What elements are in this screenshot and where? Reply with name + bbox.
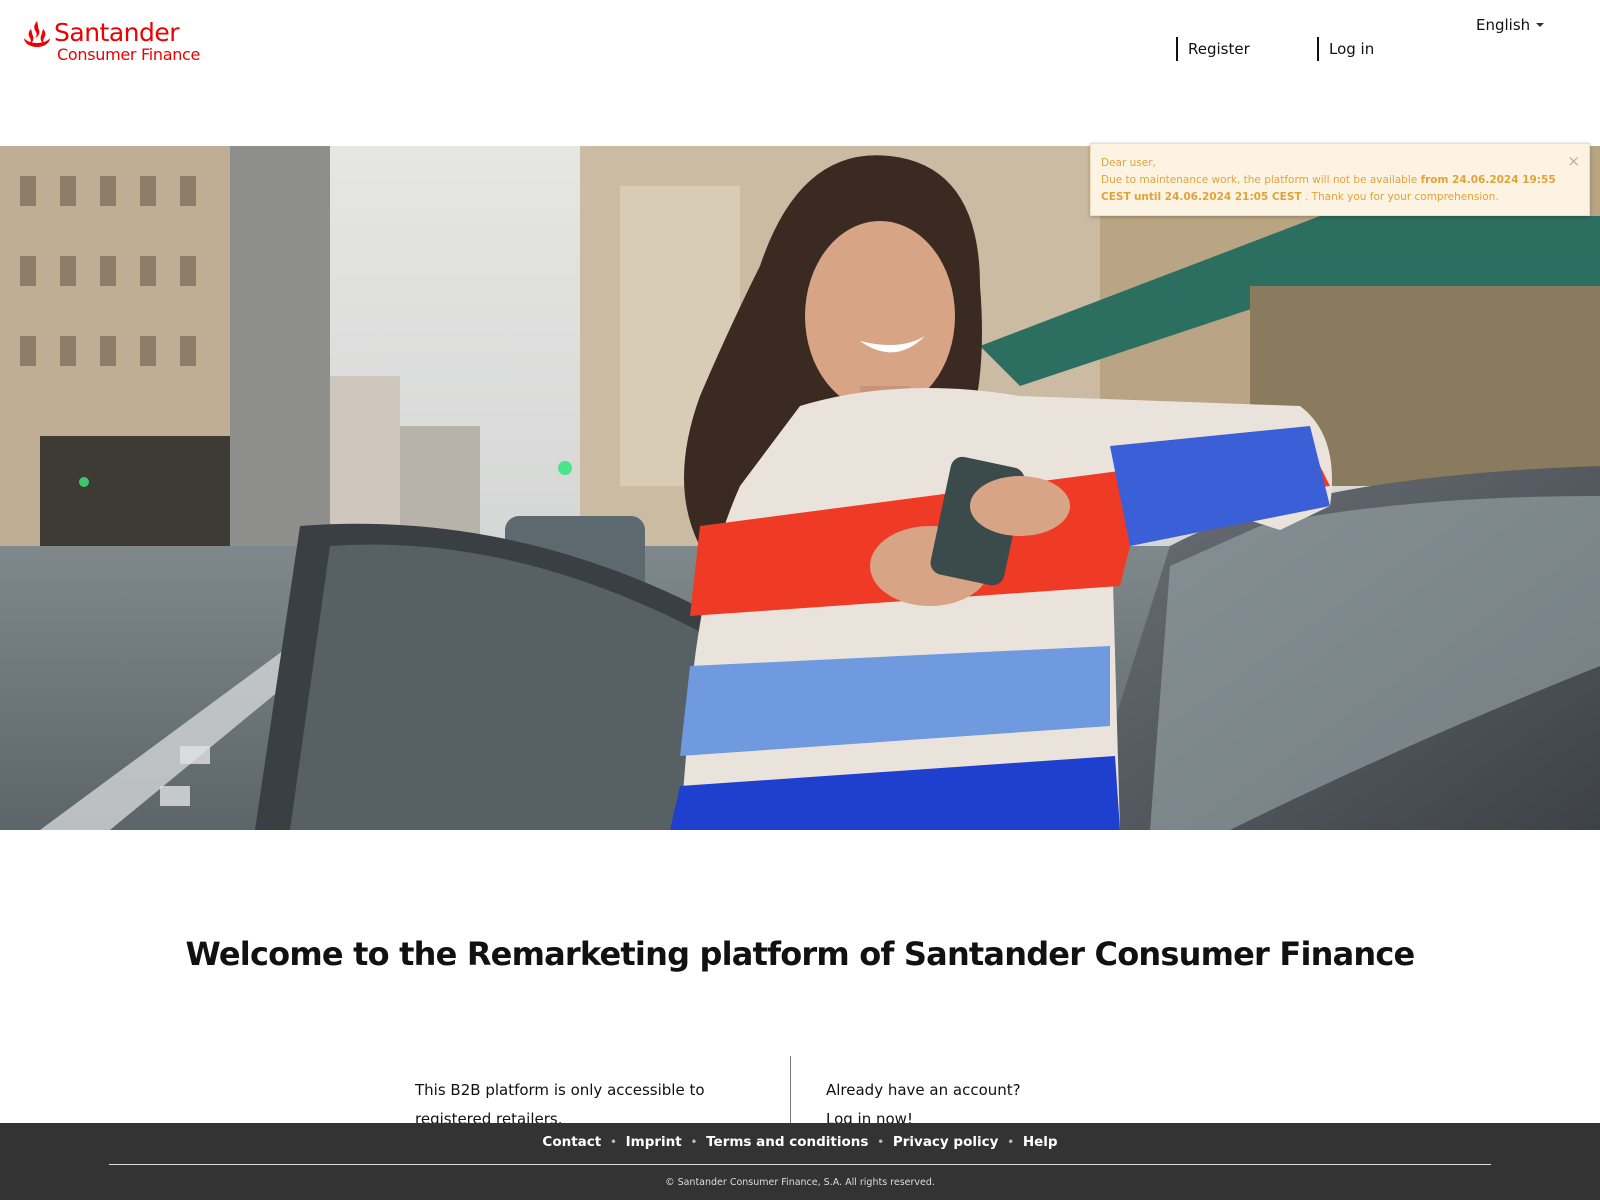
site-header: Santander Consumer Finance Register Log … — [0, 0, 1600, 146]
close-icon[interactable]: × — [1567, 154, 1580, 169]
alert-text-after: . Thank you for your comprehension. — [1304, 191, 1499, 203]
register-link[interactable]: Register — [1176, 37, 1250, 61]
footer-links: Contact • Imprint • Terms and conditions… — [0, 1134, 1600, 1150]
separator-dot: • — [877, 1136, 884, 1148]
flame-icon — [24, 21, 50, 47]
footer-link-privacy[interactable]: Privacy policy — [893, 1134, 999, 1150]
site-footer: Contact • Imprint • Terms and conditions… — [0, 1123, 1600, 1200]
footer-link-help[interactable]: Help — [1023, 1134, 1058, 1150]
alert-text-before: Due to maintenance work, the platform wi… — [1101, 174, 1418, 186]
logo-sub-text: Consumer Finance — [57, 45, 201, 64]
footer-divider — [109, 1164, 1491, 1165]
footer-link-imprint[interactable]: Imprint — [626, 1134, 682, 1150]
separator-dot: • — [610, 1136, 617, 1148]
alert-greeting: Dear user, — [1101, 157, 1156, 169]
santander-logo[interactable]: Santander Consumer Finance — [22, 20, 200, 63]
login-link[interactable]: Log in — [1317, 37, 1374, 61]
caret-down-icon — [1536, 23, 1545, 27]
language-label: English — [1476, 16, 1531, 34]
login-prompt-question: Already have an account? — [826, 1081, 1021, 1099]
footer-link-contact[interactable]: Contact — [542, 1134, 601, 1150]
separator-dot: • — [690, 1136, 698, 1148]
hero-photo-illustration — [0, 146, 1600, 830]
separator-dot: • — [1007, 1136, 1014, 1148]
copyright-text: © Santander Consumer Finance, S.A. All r… — [665, 1177, 935, 1188]
maintenance-alert: Dear user, Due to maintenance work, the … — [1090, 143, 1590, 216]
logo-brand-text: Santander — [54, 18, 180, 47]
alert-message: Due to maintenance work, the platform wi… — [1101, 172, 1559, 206]
footer-link-terms[interactable]: Terms and conditions — [706, 1134, 868, 1150]
hero-image — [0, 146, 1600, 830]
alert-until-date: until 24.06.2024 21:05 CEST — [1133, 191, 1302, 203]
page-title: Welcome to the Remarketing platform of S… — [185, 935, 1416, 973]
language-selector[interactable]: English — [1476, 16, 1545, 34]
vertical-divider — [790, 1056, 791, 1126]
